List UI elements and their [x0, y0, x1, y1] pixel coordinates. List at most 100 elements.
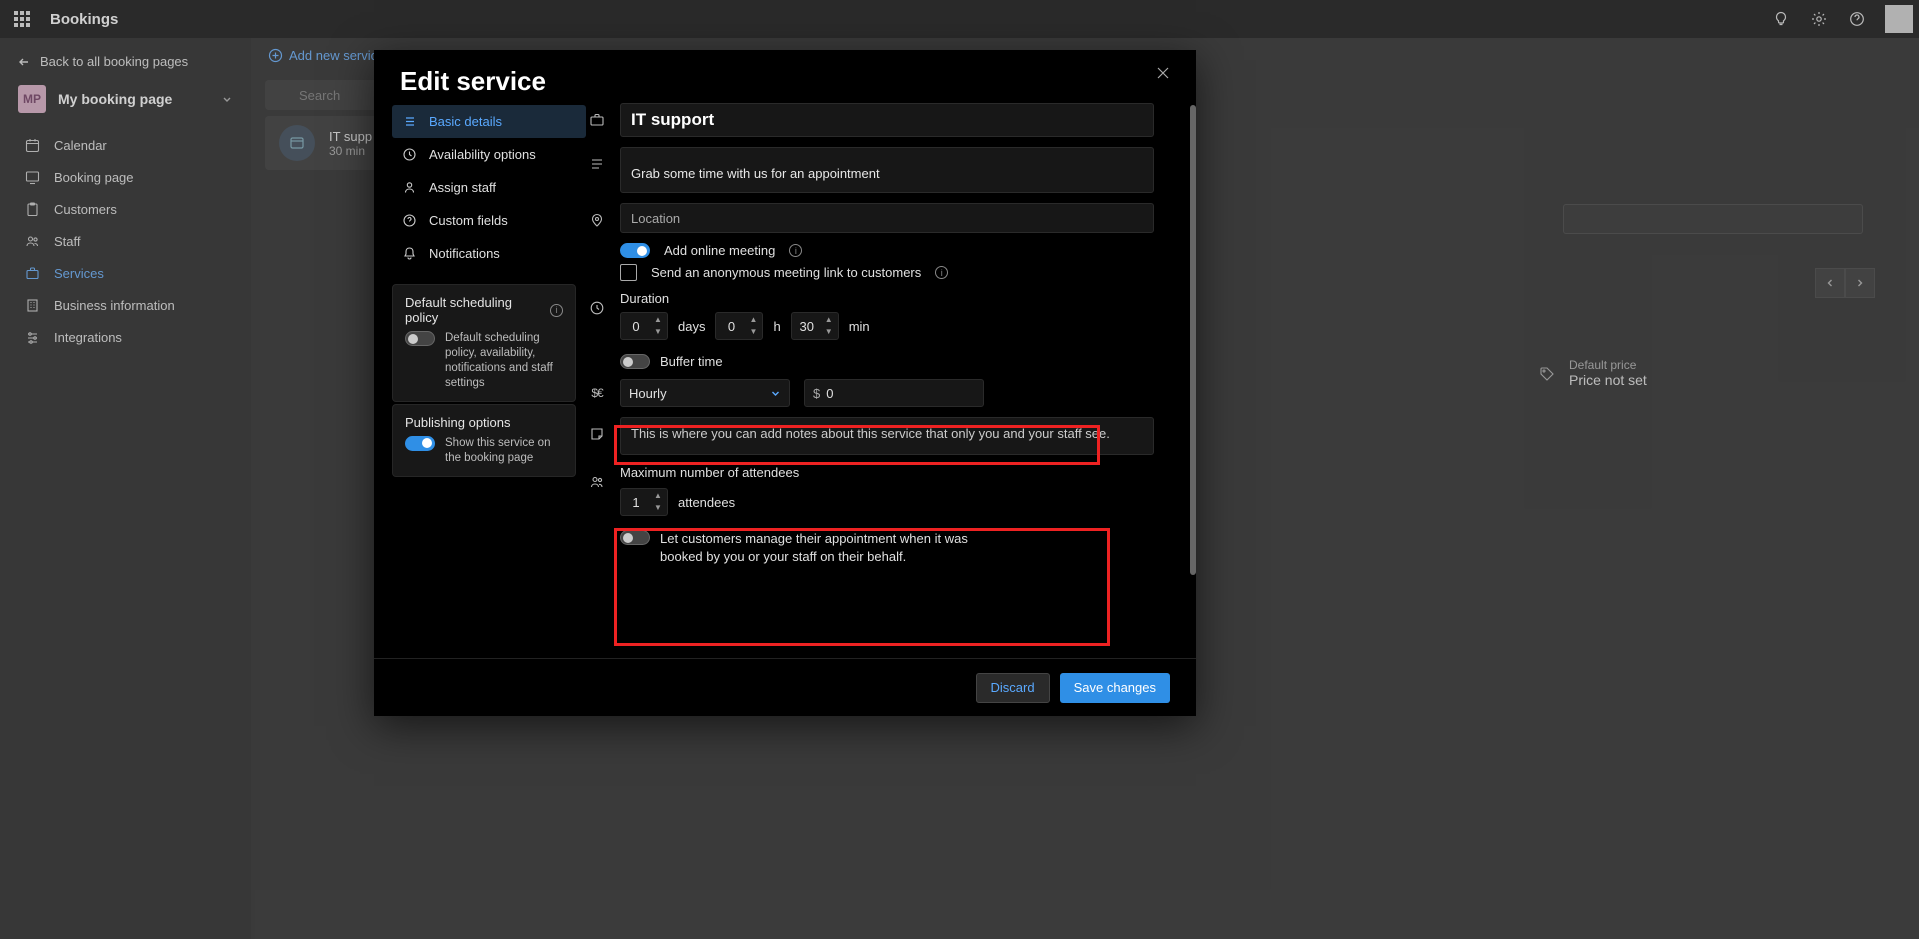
max-attendees-label: Maximum number of attendees: [620, 465, 1154, 480]
scrollbar[interactable]: [1190, 105, 1196, 575]
stepper-up[interactable]: ▲: [651, 314, 665, 326]
location-icon: [588, 211, 606, 229]
buffer-time-toggle[interactable]: [620, 354, 650, 369]
app-title: Bookings: [50, 11, 118, 28]
arrow-left-icon: [18, 56, 30, 68]
max-attendees-input[interactable]: ▲▼: [620, 488, 668, 516]
nav-booking-page[interactable]: Booking page: [0, 161, 251, 193]
modal-close-button[interactable]: [1150, 60, 1176, 86]
nav-label: Calendar: [54, 138, 107, 153]
default-price-panel: Default price Price not set: [1569, 358, 1769, 388]
location-input[interactable]: [620, 203, 1154, 233]
scheduling-policy-title: Default scheduling policy: [405, 295, 544, 325]
nav-label: Staff: [54, 234, 81, 249]
add-new-service-button[interactable]: Add new service: [268, 48, 384, 63]
booking-page-selector[interactable]: MP My booking page: [0, 75, 251, 123]
tab-basic-details[interactable]: Basic details: [392, 105, 586, 138]
publishing-desc: Show this service on the booking page: [445, 436, 563, 466]
stepper-down[interactable]: ▼: [651, 326, 665, 338]
duration-mins-input[interactable]: ▲▼: [791, 312, 839, 340]
publishing-options-card: Publishing options Show this service on …: [392, 404, 576, 477]
tab-label: Custom fields: [429, 213, 508, 228]
briefcase-icon: [588, 111, 606, 129]
gear-icon[interactable]: [1809, 9, 1829, 29]
service-icon: [279, 125, 315, 161]
background-input[interactable]: [1563, 204, 1863, 234]
nav-label: Customers: [54, 202, 117, 217]
tab-assign-staff[interactable]: Assign staff: [392, 171, 586, 204]
nav-customers[interactable]: Customers: [0, 193, 251, 225]
plus-circle-icon: [268, 48, 283, 63]
tab-label: Assign staff: [429, 180, 496, 195]
pager-next[interactable]: [1845, 268, 1875, 298]
scheduling-policy-card: Default scheduling policy i Default sche…: [392, 284, 576, 402]
tab-label: Basic details: [429, 114, 502, 129]
stepper-down[interactable]: ▼: [822, 326, 836, 338]
app-launcher-icon[interactable]: [14, 11, 30, 27]
duration-hours-input[interactable]: ▲▼: [715, 312, 763, 340]
tab-notifications[interactable]: Notifications: [392, 237, 586, 270]
avatar[interactable]: [1885, 5, 1913, 33]
nav-label: Booking page: [54, 170, 134, 185]
default-price-value: Price not set: [1569, 372, 1769, 388]
nav-services[interactable]: Services: [0, 257, 251, 289]
stepper-up[interactable]: ▲: [822, 314, 836, 326]
nav-business-info[interactable]: Business information: [0, 289, 251, 321]
booking-page-badge: MP: [18, 85, 46, 113]
list-icon: [402, 114, 417, 129]
publishing-toggle[interactable]: [405, 436, 435, 451]
edit-service-modal: Edit service Basic details Availability …: [374, 50, 1196, 716]
tab-label: Availability options: [429, 147, 536, 162]
modal-footer: Discard Save changes: [374, 658, 1196, 716]
clock-icon: [402, 147, 417, 162]
save-changes-button[interactable]: Save changes: [1060, 673, 1170, 703]
duration-days-input[interactable]: ▲▼: [620, 312, 668, 340]
stepper-up[interactable]: ▲: [746, 314, 760, 326]
days-unit: days: [678, 319, 705, 334]
service-description-input[interactable]: [620, 147, 1154, 193]
attendees-unit: attendees: [678, 495, 735, 510]
building-icon: [24, 297, 40, 313]
pager-prev[interactable]: [1815, 268, 1845, 298]
service-name-input[interactable]: [620, 103, 1154, 137]
back-link[interactable]: Back to all booking pages: [0, 48, 251, 75]
mins-unit: min: [849, 319, 870, 334]
discard-button[interactable]: Discard: [976, 673, 1050, 703]
price-amount-input[interactable]: $: [804, 379, 984, 407]
stepper-down[interactable]: ▼: [746, 326, 760, 338]
duration-label: Duration: [620, 291, 1154, 306]
modal-tabs: Basic details Availability options Assig…: [374, 101, 586, 658]
info-icon[interactable]: i: [550, 304, 563, 317]
currency-icon: $€: [588, 384, 606, 402]
nav-staff[interactable]: Staff: [0, 225, 251, 257]
let-customers-manage-toggle[interactable]: [620, 530, 650, 545]
tab-availability[interactable]: Availability options: [392, 138, 586, 171]
scheduling-policy-toggle[interactable]: [405, 331, 435, 346]
help-icon[interactable]: [1847, 9, 1867, 29]
stepper-up[interactable]: ▲: [651, 490, 665, 502]
person-icon: [402, 180, 417, 195]
nav-integrations[interactable]: Integrations: [0, 321, 251, 353]
publishing-options-title: Publishing options: [405, 415, 563, 430]
left-sidebar: Back to all booking pages MP My booking …: [0, 38, 251, 939]
sliders-icon: [24, 329, 40, 345]
nav-calendar[interactable]: Calendar: [0, 129, 251, 161]
modal-form: Add online meeting i Send an anonymous m…: [586, 101, 1196, 658]
online-meeting-toggle[interactable]: [620, 243, 650, 258]
anonymous-link-checkbox[interactable]: [620, 264, 637, 281]
stepper-down[interactable]: ▼: [651, 502, 665, 514]
add-new-label: Add new service: [289, 48, 384, 63]
pager: [1815, 268, 1875, 298]
bell-icon: [402, 246, 417, 261]
info-icon[interactable]: i: [935, 266, 948, 279]
price-type-select[interactable]: Hourly: [620, 379, 790, 407]
top-bar: Bookings: [0, 0, 1919, 38]
people-icon: [24, 233, 40, 249]
info-icon[interactable]: i: [789, 244, 802, 257]
notes-input[interactable]: This is where you can add notes about th…: [620, 417, 1154, 455]
anonymous-link-label: Send an anonymous meeting link to custom…: [651, 265, 921, 280]
modal-title: Edit service: [400, 66, 1150, 97]
lightbulb-icon[interactable]: [1771, 9, 1791, 29]
tab-custom-fields[interactable]: Custom fields: [392, 204, 586, 237]
back-link-label: Back to all booking pages: [40, 54, 188, 69]
